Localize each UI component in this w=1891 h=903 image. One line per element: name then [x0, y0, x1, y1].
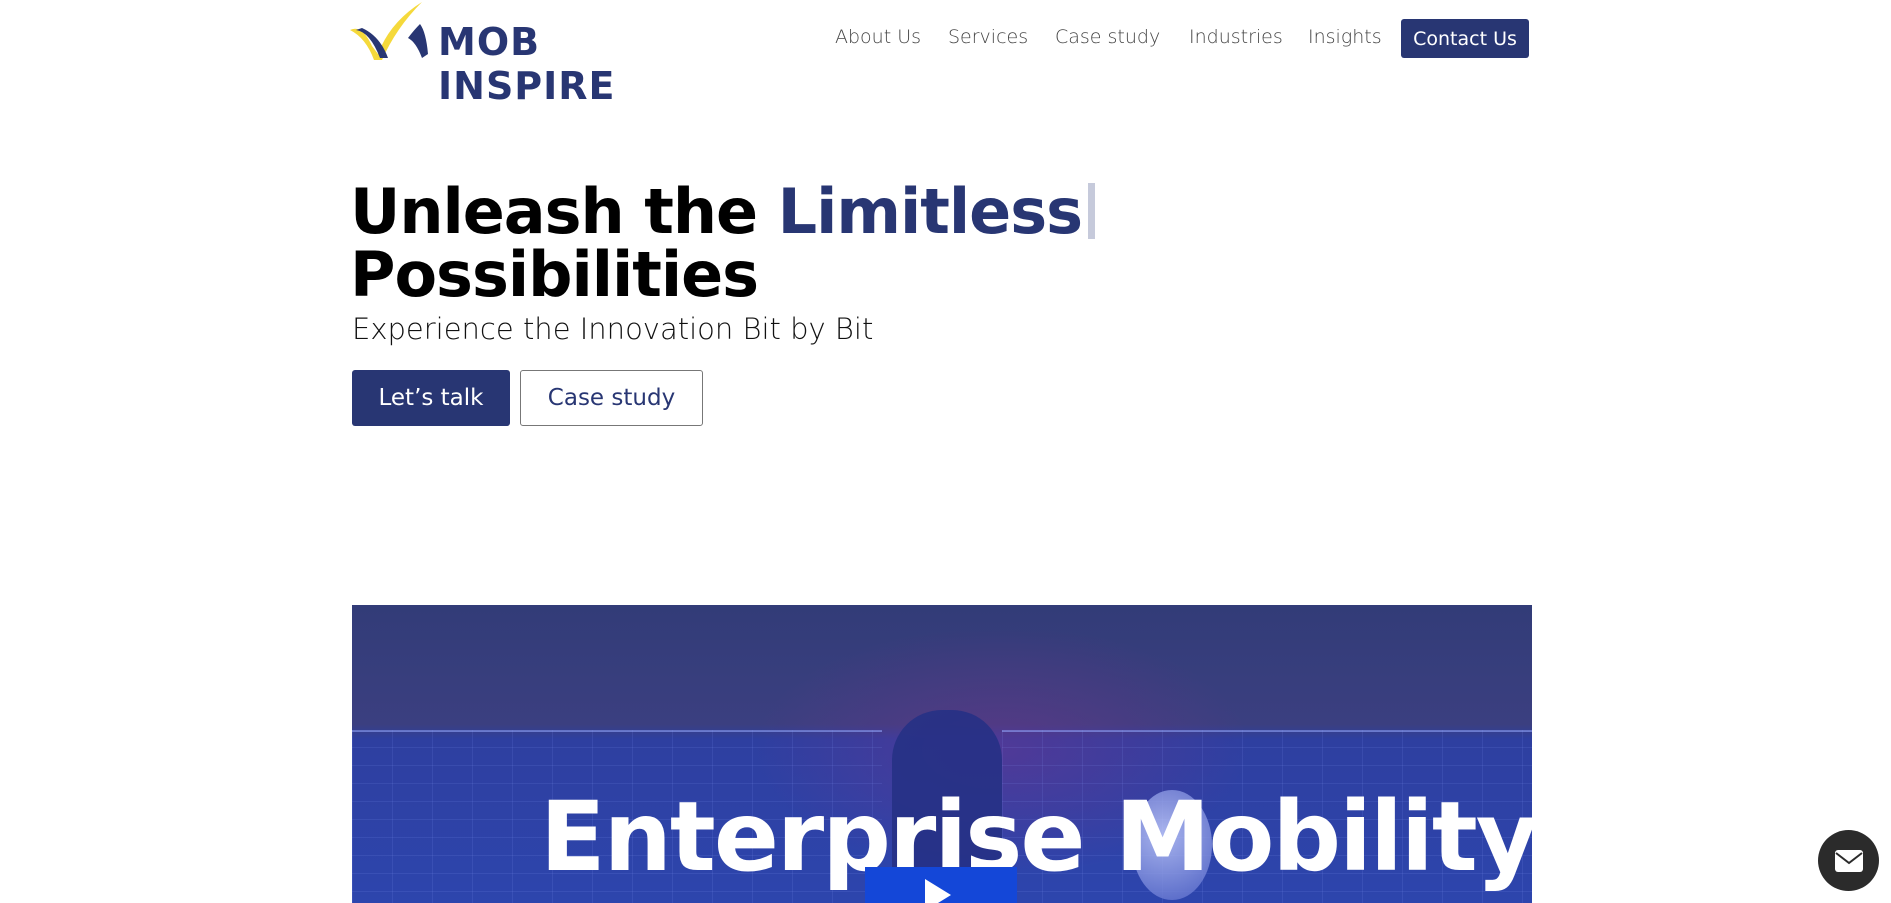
hero-subtitle: Experience the Innovation Bit by Bit [352, 312, 874, 346]
logo-text: MOB INSPIRE [438, 20, 616, 108]
logo-mark-icon [350, 2, 428, 60]
play-icon [925, 879, 951, 903]
mail-icon [1834, 849, 1863, 872]
nav-case-study[interactable]: Case study [1055, 26, 1160, 48]
lets-talk-button[interactable]: Let’s talk [352, 370, 510, 426]
hero-video[interactable]: Enterprise Mobility [352, 605, 1532, 903]
contact-us-button[interactable]: Contact Us [1401, 19, 1529, 58]
nav-industries[interactable]: Industries [1189, 26, 1283, 48]
hero-title-highlight: Limitless [777, 175, 1083, 248]
mail-button[interactable] [1818, 830, 1879, 891]
nav-insights[interactable]: Insights [1308, 26, 1382, 48]
play-button[interactable] [865, 867, 1017, 903]
hero-title: Unleash the Limitless Possibilities [350, 180, 1096, 306]
hero-title-part2: Possibilities [350, 238, 759, 311]
nav-services[interactable]: Services [948, 26, 1028, 48]
nav-about-us[interactable]: About Us [835, 26, 921, 48]
logo[interactable]: MOB INSPIRE [350, 2, 676, 108]
case-study-button[interactable]: Case study [520, 370, 703, 426]
typing-cursor [1088, 183, 1096, 239]
video-title: Enterprise Mobility [540, 781, 1532, 893]
